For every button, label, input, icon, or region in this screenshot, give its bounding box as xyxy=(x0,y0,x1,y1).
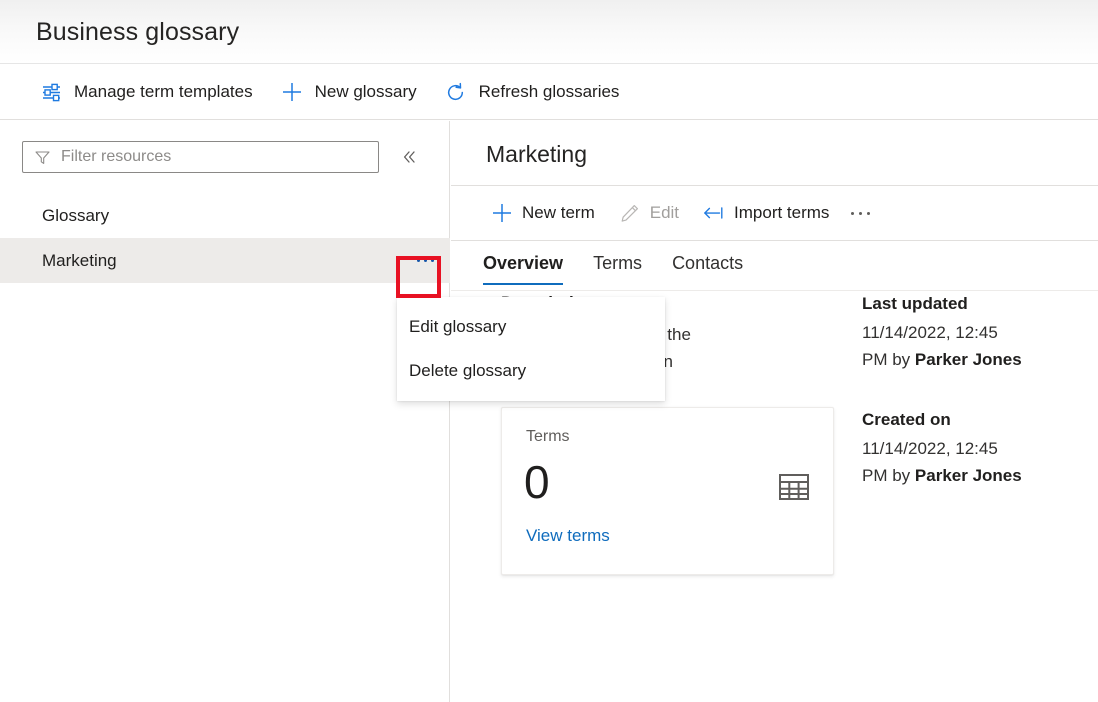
tree-item-label: Marketing xyxy=(0,250,117,272)
filter-row xyxy=(0,121,450,193)
tab-terms[interactable]: Terms xyxy=(593,241,642,285)
tree-item-label: Glossary xyxy=(0,205,109,227)
import-terms-button[interactable]: Import terms xyxy=(693,193,839,233)
view-terms-link[interactable]: View terms xyxy=(526,525,610,547)
tab-label: Contacts xyxy=(672,253,743,274)
refresh-glossaries-label: Refresh glossaries xyxy=(479,81,620,103)
manage-term-templates-button[interactable]: Manage term templates xyxy=(30,72,263,112)
table-grid-icon xyxy=(777,470,811,504)
glossary-tree: Glossary Marketing xyxy=(0,193,450,283)
menu-item-label: Delete glossary xyxy=(409,361,526,381)
last-updated-block: Last updated 11/14/2022, 12:45 PM by Par… xyxy=(862,291,1062,373)
global-command-bar: Manage term templates New glossary xyxy=(0,65,1098,120)
edit-button[interactable]: Edit xyxy=(609,193,689,233)
new-glossary-label: New glossary xyxy=(315,81,417,103)
import-terms-label: Import terms xyxy=(734,202,829,224)
created-on-user: Parker Jones xyxy=(915,466,1022,485)
plus-icon xyxy=(281,81,303,103)
created-on-block: Created on 11/14/2022, 12:45 PM by Parke… xyxy=(862,407,1062,489)
refresh-icon xyxy=(445,81,467,103)
detail-tabs: Overview Terms Contacts xyxy=(451,241,1098,291)
terms-card-title: Terms xyxy=(526,426,570,448)
tree-item-marketing[interactable]: Marketing xyxy=(0,238,450,283)
edit-label: Edit xyxy=(650,202,679,224)
new-term-button[interactable]: New term xyxy=(481,193,605,233)
import-arrow-icon xyxy=(703,202,725,224)
new-glossary-button[interactable]: New glossary xyxy=(271,72,427,112)
filter-resources-input[interactable] xyxy=(61,148,368,166)
filter-icon xyxy=(33,148,51,166)
glossary-sidebar: Glossary Marketing xyxy=(0,121,450,702)
manage-term-templates-label: Manage term templates xyxy=(74,81,253,103)
created-on-label: Created on xyxy=(862,407,1062,433)
collapse-panel-button[interactable] xyxy=(395,143,423,171)
last-updated-value: 11/14/2022, 12:45 PM by Parker Jones xyxy=(862,319,1022,373)
detail-header: Marketing xyxy=(451,121,1098,186)
glossary-detail-pane: Marketing New term xyxy=(451,121,1098,702)
business-glossary-page: Business glossary Manage term templates xyxy=(0,0,1098,702)
page-title: Business glossary xyxy=(36,16,239,48)
tab-overview[interactable]: Overview xyxy=(483,241,563,285)
ellipsis-icon xyxy=(417,259,434,262)
ellipsis-icon xyxy=(851,212,870,215)
filter-resources-box[interactable] xyxy=(22,141,379,173)
menu-item-delete-glossary[interactable]: Delete glossary xyxy=(397,349,665,393)
page-header: Business glossary xyxy=(0,0,1098,64)
detail-command-bar: New term Edit xyxy=(451,186,1098,241)
sliders-icon xyxy=(40,81,62,103)
menu-item-label: Edit glossary xyxy=(409,317,506,337)
detail-title: Marketing xyxy=(486,139,587,169)
glossary-context-menu: Edit glossary Delete glossary xyxy=(397,297,665,401)
tree-item-glossary[interactable]: Glossary xyxy=(0,193,450,238)
tab-label: Overview xyxy=(483,253,563,274)
terms-stat-card[interactable]: Terms 0 View terms xyxy=(501,407,834,575)
tab-contacts[interactable]: Contacts xyxy=(672,241,743,285)
last-updated-user: Parker Jones xyxy=(915,350,1022,369)
last-updated-label: Last updated xyxy=(862,291,1062,317)
new-term-label: New term xyxy=(522,202,595,224)
tree-item-more-button[interactable] xyxy=(409,246,441,276)
terms-count-value: 0 xyxy=(524,454,550,510)
overview-right-column: Last updated 11/14/2022, 12:45 PM by Par… xyxy=(862,291,1062,523)
detail-overflow-button[interactable] xyxy=(843,196,877,230)
plus-icon xyxy=(491,202,513,224)
pencil-icon xyxy=(619,202,641,224)
menu-item-edit-glossary[interactable]: Edit glossary xyxy=(397,305,665,349)
tab-label: Terms xyxy=(593,253,642,274)
created-on-value: 11/14/2022, 12:45 PM by Parker Jones xyxy=(862,435,1022,489)
refresh-glossaries-button[interactable]: Refresh glossaries xyxy=(435,72,630,112)
